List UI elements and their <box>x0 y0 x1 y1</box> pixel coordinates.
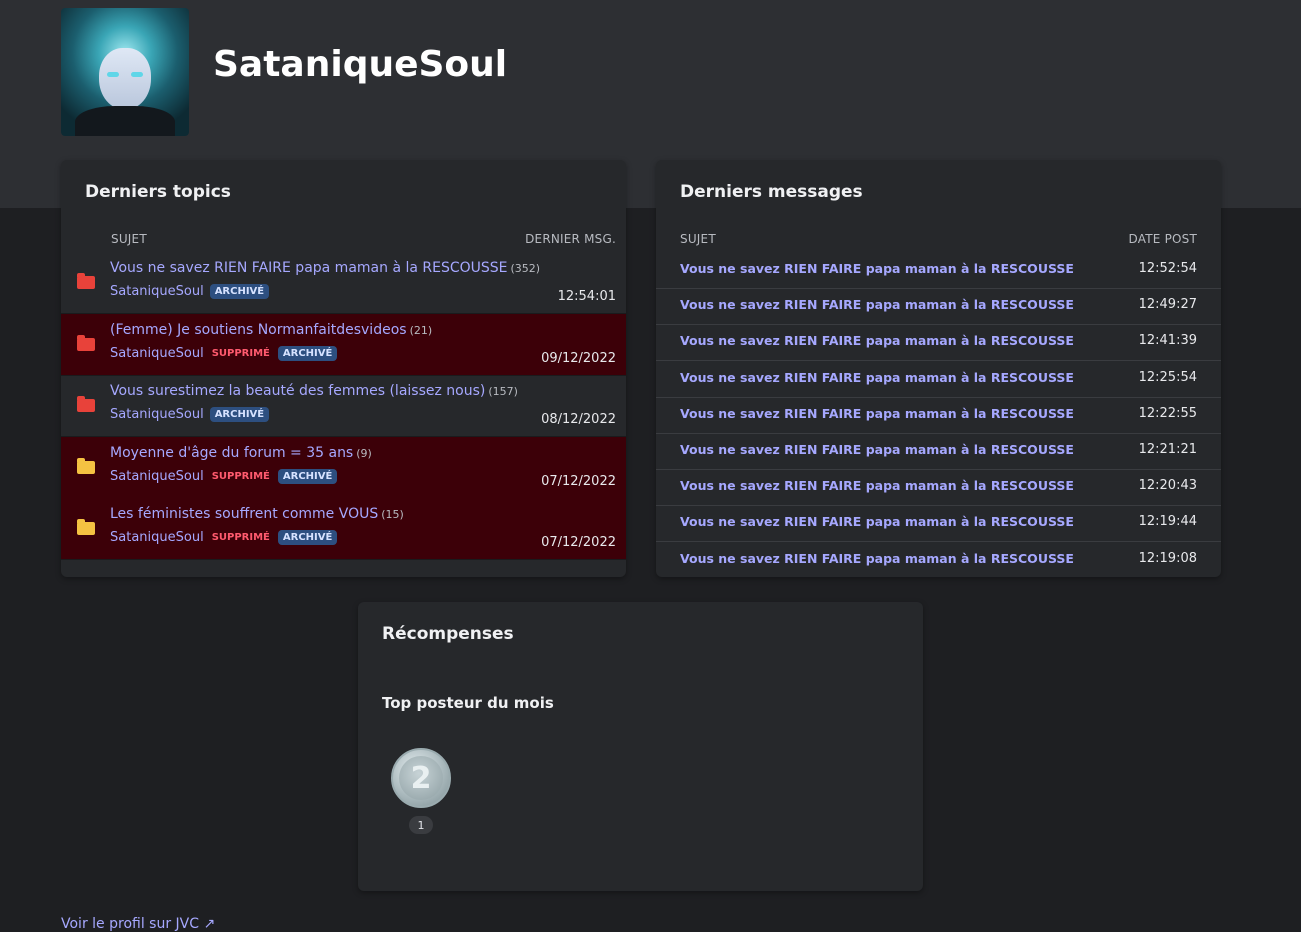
message-row[interactable]: Vous ne savez RIEN FAIRE papa maman à la… <box>656 324 1221 362</box>
topic-row[interactable]: Vous surestimez la beauté des femmes (la… <box>61 375 626 437</box>
topic-title-link[interactable]: Vous ne savez RIEN FAIRE papa maman à la… <box>110 260 540 276</box>
topic-author-link[interactable]: SataniqueSoul <box>110 530 204 545</box>
message-post-time: 12:25:54 <box>1138 369 1197 385</box>
topics-header-subject: SUJET <box>111 232 147 246</box>
topic-title-link[interactable]: Moyenne d'âge du forum = 35 ans (9) <box>110 445 372 461</box>
topic-title-link[interactable]: Les féministes souffrent comme VOUS (15) <box>110 506 404 522</box>
message-row[interactable]: Vous ne savez RIEN FAIRE papa maman à la… <box>656 288 1221 326</box>
archived-badge: ARCHIVÉ <box>277 530 338 545</box>
deleted-badge: SUPPRIMÉ <box>211 347 270 359</box>
topic-row[interactable]: Les féministes souffrent comme VOUS (15) … <box>61 498 626 560</box>
messages-header-date: DATE POST <box>1128 232 1197 246</box>
topic-reply-count: (352) <box>510 262 541 275</box>
medal-count-badge: 1 <box>409 816 433 834</box>
message-post-time: 12:20:43 <box>1138 478 1197 494</box>
topic-author-link[interactable]: SataniqueSoul <box>110 407 204 422</box>
message-topic-link[interactable]: Vous ne savez RIEN FAIRE papa maman à la… <box>680 478 1074 493</box>
folder-icon <box>77 457 95 474</box>
topic-title-link[interactable]: (Femme) Je soutiens Normanfaitdesvideos(… <box>110 322 432 338</box>
topic-row[interactable]: (Femme) Je soutiens Normanfaitdesvideos(… <box>61 313 626 376</box>
message-post-time: 12:49:27 <box>1138 297 1197 313</box>
deleted-badge: SUPPRIMÉ <box>211 470 270 482</box>
message-post-time: 12:21:21 <box>1138 442 1197 457</box>
message-post-time: 12:22:55 <box>1138 405 1197 421</box>
archived-badge: ARCHIVÉ <box>277 345 338 361</box>
message-row[interactable]: Vous ne savez RIEN FAIRE papa maman à la… <box>656 542 1221 577</box>
topic-title-link[interactable]: Vous surestimez la beauté des femmes (la… <box>110 383 518 399</box>
message-post-time: 12:19:44 <box>1138 514 1197 530</box>
topic-row[interactable]: Vous ne savez RIEN FAIRE papa maman à la… <box>61 252 626 314</box>
latest-messages-title: Derniers messages <box>680 182 863 202</box>
folder-icon <box>77 334 95 351</box>
topic-last-message-date: 07/12/2022 <box>541 473 616 489</box>
latest-topics-title: Derniers topics <box>85 182 231 202</box>
view-jvc-profile-label: Voir le profil sur JVC <box>61 916 200 932</box>
topic-row[interactable]: Moyenne d'âge du forum = 35 ans (9) Satan… <box>61 436 626 499</box>
archived-badge: ARCHIVÉ <box>209 284 270 299</box>
message-row[interactable]: Vous ne savez RIEN FAIRE papa maman à la… <box>656 433 1221 470</box>
latest-topics-card: Derniers topics SUJET DERNIER MSG. Vous … <box>61 160 626 577</box>
topic-last-message-date: 12:54:01 <box>557 289 616 304</box>
topic-last-message-date: 07/12/2022 <box>541 535 616 550</box>
archived-badge: ARCHIVÉ <box>277 468 338 484</box>
message-row[interactable]: Vous ne savez RIEN FAIRE papa maman à la… <box>656 469 1221 507</box>
message-row[interactable]: Vous ne savez RIEN FAIRE papa maman à la… <box>656 361 1221 398</box>
view-jvc-profile-link[interactable]: Voir le profil sur JVC ↗ <box>61 916 215 932</box>
topics-header-last-message: DERNIER MSG. <box>525 232 616 246</box>
message-post-time: 12:19:08 <box>1138 550 1197 566</box>
message-row[interactable]: Vous ne savez RIEN FAIRE papa maman à la… <box>656 252 1221 289</box>
silver-medal-icon[interactable]: 2 <box>391 748 451 808</box>
message-post-time: 12:52:54 <box>1138 261 1197 276</box>
messages-header-subject: SUJET <box>680 232 716 246</box>
message-topic-link[interactable]: Vous ne savez RIEN FAIRE papa maman à la… <box>680 406 1074 421</box>
topic-last-message-date: 08/12/2022 <box>541 412 616 427</box>
message-post-time: 12:41:39 <box>1138 333 1197 349</box>
topic-last-message-date: 09/12/2022 <box>541 350 616 366</box>
message-row[interactable]: Vous ne savez RIEN FAIRE papa maman à la… <box>656 397 1221 434</box>
topic-author-link[interactable]: SataniqueSoul <box>110 284 204 299</box>
latest-messages-card: Derniers messages SUJET DATE POST Vous n… <box>656 160 1221 577</box>
external-link-icon: ↗ <box>203 916 216 932</box>
message-topic-link[interactable]: Vous ne savez RIEN FAIRE papa maman à la… <box>680 551 1074 566</box>
message-topic-link[interactable]: Vous ne savez RIEN FAIRE papa maman à la… <box>680 261 1074 276</box>
message-topic-link[interactable]: Vous ne savez RIEN FAIRE papa maman à la… <box>680 442 1074 457</box>
folder-icon <box>77 273 95 289</box>
message-row[interactable]: Vous ne savez RIEN FAIRE papa maman à la… <box>656 505 1221 543</box>
profile-username: SataniqueSoul <box>213 44 508 85</box>
message-topic-link[interactable]: Vous ne savez RIEN FAIRE papa maman à la… <box>680 514 1074 529</box>
profile-avatar <box>61 8 189 136</box>
topic-author-link[interactable]: SataniqueSoul <box>110 346 204 361</box>
topic-reply-count: (9) <box>356 446 372 460</box>
rewards-title: Récompenses <box>382 624 514 644</box>
archived-badge: ARCHIVÉ <box>209 407 270 422</box>
rewards-subtitle: Top posteur du mois <box>382 694 554 712</box>
rewards-card: Récompenses Top posteur du mois 2 1 <box>358 602 923 891</box>
topic-reply-count: (15) <box>381 508 404 521</box>
topic-author-link[interactable]: SataniqueSoul <box>110 469 204 484</box>
folder-icon <box>77 519 95 535</box>
message-topic-link[interactable]: Vous ne savez RIEN FAIRE papa maman à la… <box>680 297 1074 312</box>
message-topic-link[interactable]: Vous ne savez RIEN FAIRE papa maman à la… <box>680 370 1074 385</box>
deleted-badge: SUPPRIMÉ <box>211 532 270 543</box>
topic-reply-count: (21) <box>409 323 433 337</box>
topic-reply-count: (157) <box>488 385 518 398</box>
medal-rank: 2 <box>399 756 443 800</box>
message-topic-link[interactable]: Vous ne savez RIEN FAIRE papa maman à la… <box>680 333 1074 348</box>
folder-icon <box>77 396 95 412</box>
